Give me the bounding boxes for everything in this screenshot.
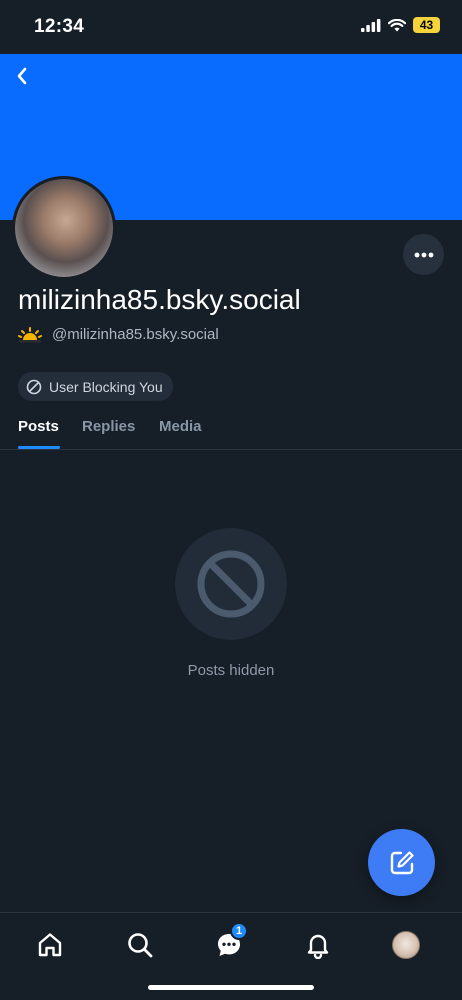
nav-chat[interactable]: 1 — [213, 922, 248, 961]
tab-posts[interactable]: Posts — [18, 418, 59, 435]
sunrise-emoji-icon — [18, 326, 42, 342]
tab-replies[interactable]: Replies — [82, 418, 135, 435]
chevron-left-icon — [17, 67, 27, 85]
nav-profile[interactable] — [390, 929, 422, 961]
chat-unread-badge: 1 — [230, 922, 248, 940]
display-name: milizinha85.bsky.social — [18, 284, 301, 315]
active-tab-indicator — [18, 446, 60, 449]
tab-media[interactable]: Media — [159, 418, 202, 435]
nav-search[interactable] — [124, 929, 156, 961]
nav-home[interactable] — [34, 929, 66, 961]
profile-handle: @milizinha85.bsky.social — [52, 326, 219, 343]
ellipsis-icon — [414, 252, 433, 257]
status-icons: 43 — [361, 17, 440, 33]
compose-icon — [390, 850, 414, 874]
profile-avatar-small — [392, 931, 420, 959]
posts-hidden-illustration — [175, 528, 287, 640]
profile-avatar[interactable] — [12, 176, 116, 280]
more-options-button[interactable] — [403, 234, 444, 275]
posts-hidden-label: Posts hidden — [187, 662, 275, 679]
prohibited-icon — [197, 550, 265, 618]
blocking-status-label: User Blocking You — [49, 378, 163, 395]
nav-notifications[interactable] — [302, 929, 334, 961]
bell-icon — [307, 934, 329, 959]
profile-tabs: Posts Replies Media — [0, 408, 462, 450]
wifi-icon — [388, 18, 406, 31]
status-time: 12:34 — [34, 16, 85, 37]
blocking-status-badge: User Blocking You — [18, 372, 173, 401]
handle-row: @milizinha85.bsky.social — [18, 326, 219, 343]
battery-icon: 43 — [413, 17, 440, 33]
status-bar: 12:34 43 — [0, 0, 462, 54]
home-icon — [38, 933, 62, 957]
back-button[interactable] — [10, 64, 34, 88]
compose-post-button[interactable] — [368, 829, 435, 896]
block-icon — [26, 379, 42, 394]
signal-icon — [361, 18, 381, 32]
search-icon — [128, 933, 153, 958]
home-indicator — [148, 985, 314, 990]
